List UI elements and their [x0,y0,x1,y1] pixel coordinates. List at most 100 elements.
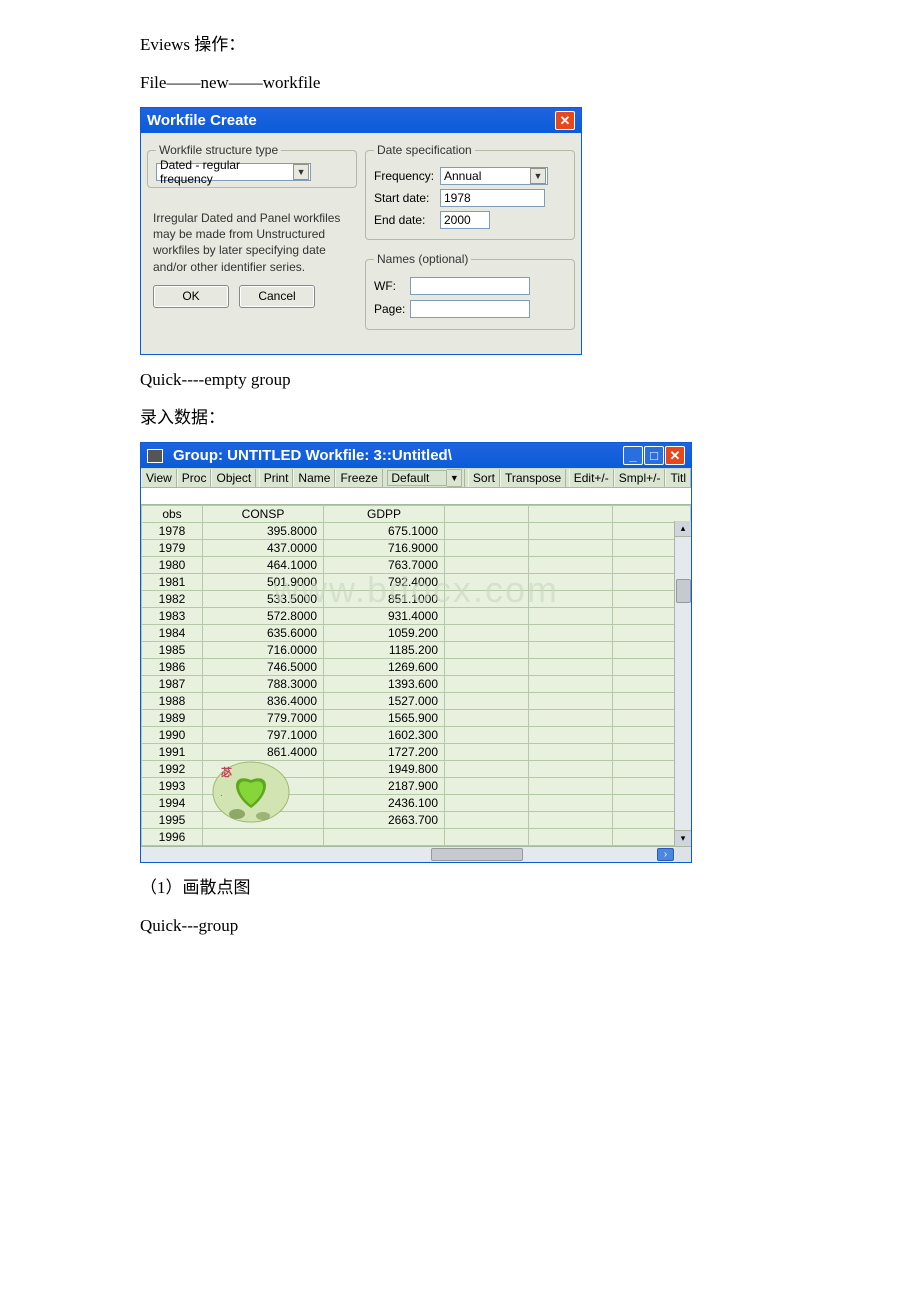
cell-consp[interactable] [203,812,324,829]
toolbar-titl[interactable]: Titl [665,469,691,487]
toolbar-print[interactable]: Print [259,469,294,487]
cell-consp[interactable]: 788.3000 [203,676,324,693]
cell-consp[interactable]: 716.0000 [203,642,324,659]
toolbar-object[interactable]: Object [211,469,256,487]
cancel-button[interactable]: Cancel [239,285,315,308]
cell-obs[interactable]: 1986 [142,659,203,676]
toolbar-mode-combo[interactable]: Default ▼ [385,469,465,487]
toolbar-view[interactable]: View [141,469,177,487]
cell-gdpp[interactable]: 1059.200 [324,625,445,642]
cell-obs[interactable]: 1985 [142,642,203,659]
toolbar-proc[interactable]: Proc [177,469,212,487]
horizontal-scrollbar[interactable]: › [141,846,675,862]
wf-input[interactable] [410,277,530,295]
cell-empty[interactable] [445,608,529,625]
cell-gdpp[interactable]: 1393.600 [324,676,445,693]
cell-gdpp[interactable]: 675.1000 [324,523,445,540]
toolbar-smpl[interactable]: Smpl+/- [614,469,666,487]
cell-obs[interactable]: 1979 [142,540,203,557]
cell-gdpp[interactable]: 792.4000 [324,574,445,591]
cell-empty[interactable] [529,642,613,659]
scroll-down-icon[interactable]: ▾ [675,830,691,846]
cell-gdpp[interactable]: 2663.700 [324,812,445,829]
cell-obs[interactable]: 1989 [142,710,203,727]
cell-obs[interactable]: 1988 [142,693,203,710]
cell-gdpp[interactable]: 1602.300 [324,727,445,744]
cell-empty[interactable] [445,693,529,710]
cell-obs[interactable]: 1978 [142,523,203,540]
cell-consp[interactable]: 533.5000 [203,591,324,608]
cell-empty[interactable] [529,625,613,642]
cell-obs[interactable]: 1984 [142,625,203,642]
cell-empty[interactable] [445,557,529,574]
cell-obs[interactable]: 1982 [142,591,203,608]
cell-obs[interactable]: 1993 [142,778,203,795]
cell-empty[interactable] [529,608,613,625]
cell-obs[interactable]: 1987 [142,676,203,693]
toolbar-sort[interactable]: Sort [468,469,500,487]
cell-consp[interactable]: 746.5000 [203,659,324,676]
cell-gdpp[interactable]: 1565.900 [324,710,445,727]
cell-gdpp[interactable]: 763.7000 [324,557,445,574]
cell-consp[interactable]: 395.8000 [203,523,324,540]
cell-empty[interactable] [529,591,613,608]
cell-empty[interactable] [529,540,613,557]
cell-gdpp[interactable]: 716.9000 [324,540,445,557]
cell-consp[interactable]: 437.0000 [203,540,324,557]
cell-empty[interactable] [445,676,529,693]
cell-consp[interactable]: 635.6000 [203,625,324,642]
cell-empty[interactable] [445,744,529,761]
cell-consp[interactable]: 797.1000 [203,727,324,744]
header-obs[interactable]: obs [142,506,203,523]
cell-gdpp[interactable] [324,829,445,846]
cell-consp[interactable] [203,795,324,812]
cell-empty[interactable] [529,812,613,829]
frequency-combo[interactable]: Annual ▼ [440,167,548,185]
cell-empty[interactable] [445,574,529,591]
header-empty-3[interactable] [613,506,691,523]
cell-empty[interactable] [445,625,529,642]
cell-gdpp[interactable]: 851.1000 [324,591,445,608]
cell-empty[interactable] [529,795,613,812]
cell-obs[interactable]: 1994 [142,795,203,812]
minimize-icon[interactable]: _ [623,446,643,465]
cell-empty[interactable] [529,557,613,574]
end-date-input[interactable] [440,211,490,229]
cell-empty[interactable] [445,710,529,727]
maximize-icon[interactable]: □ [644,446,664,465]
cell-empty[interactable] [529,829,613,846]
cell-empty[interactable] [529,659,613,676]
cell-consp[interactable]: 501.9000 [203,574,324,591]
cell-consp[interactable]: 779.7000 [203,710,324,727]
cell-empty[interactable] [529,523,613,540]
cell-obs[interactable]: 1983 [142,608,203,625]
header-empty-1[interactable] [445,506,529,523]
cell-empty[interactable] [445,540,529,557]
toolbar-name[interactable]: Name [293,469,335,487]
hscroll-track[interactable] [141,847,656,862]
cell-gdpp[interactable]: 1527.000 [324,693,445,710]
cell-obs[interactable]: 1995 [142,812,203,829]
vertical-scrollbar[interactable]: ▴ ▾ [674,521,691,846]
cell-empty[interactable] [445,778,529,795]
cell-consp[interactable] [203,778,324,795]
cell-empty[interactable] [445,727,529,744]
cell-consp[interactable]: 572.8000 [203,608,324,625]
cell-gdpp[interactable]: 1949.800 [324,761,445,778]
header-consp[interactable]: CONSP [203,506,324,523]
cell-empty[interactable] [445,829,529,846]
cell-empty[interactable] [445,795,529,812]
cell-empty[interactable] [529,727,613,744]
cell-empty[interactable] [445,659,529,676]
cell-empty[interactable] [445,642,529,659]
toolbar-transpose[interactable]: Transpose [500,469,566,487]
cell-consp[interactable] [203,761,324,778]
cell-gdpp[interactable]: 1727.200 [324,744,445,761]
cell-gdpp[interactable]: 931.4000 [324,608,445,625]
edit-line[interactable] [141,488,691,505]
cell-gdpp[interactable]: 2436.100 [324,795,445,812]
toolbar-edit[interactable]: Edit+/- [569,469,614,487]
cell-obs[interactable]: 1980 [142,557,203,574]
header-empty-2[interactable] [529,506,613,523]
scroll-track[interactable] [675,537,691,830]
